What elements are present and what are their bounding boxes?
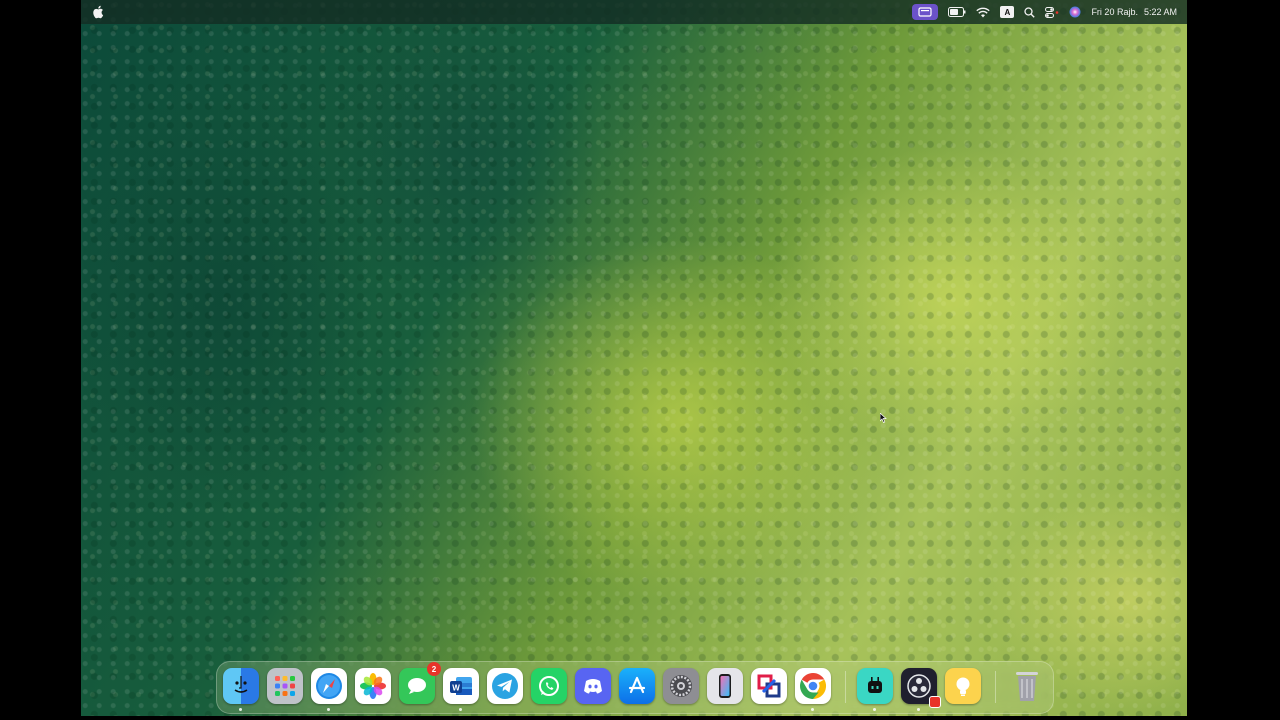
obs-running-indicator: [917, 708, 920, 711]
microsoft-word-icon[interactable]: W: [443, 668, 479, 704]
launchpad-icon[interactable]: [267, 668, 303, 704]
safari-running-indicator: [327, 708, 330, 711]
word-running-indicator: [459, 708, 462, 711]
trash-icon[interactable]: [1009, 668, 1045, 704]
date-time-clock[interactable]: Fri 20 Rajb. 5:22 AM: [1091, 4, 1177, 20]
finder-icon[interactable]: [223, 668, 259, 704]
system-settings-icon[interactable]: [663, 668, 699, 704]
dock: 2 W: [216, 661, 1054, 714]
menu-time: 5:22 AM: [1143, 7, 1177, 17]
photos-icon[interactable]: [355, 668, 391, 704]
chrome-icon[interactable]: [795, 668, 831, 704]
safari-icon[interactable]: [311, 668, 347, 704]
dock-separator: [995, 671, 996, 703]
iphone-mirroring-icon[interactable]: [707, 668, 743, 704]
battery-icon[interactable]: [948, 4, 966, 20]
spotlight-search-icon[interactable]: [1024, 4, 1036, 20]
recording-icon: [929, 696, 941, 708]
app-store-icon[interactable]: [619, 668, 655, 704]
stage-manager-icon[interactable]: [912, 4, 939, 20]
siri-icon[interactable]: [1069, 4, 1081, 20]
control-center-icon[interactable]: [1045, 4, 1059, 20]
finder-running-indicator: [239, 708, 242, 711]
facetime-app-running-indicator: [873, 708, 876, 711]
obs-icon[interactable]: [901, 668, 941, 708]
svg-text:W: W: [452, 684, 460, 693]
chrome-running-indicator: [811, 708, 814, 711]
wifi-icon[interactable]: [976, 4, 991, 20]
apple-icon[interactable]: [92, 5, 104, 19]
tips-icon[interactable]: [945, 668, 981, 704]
discord-icon[interactable]: [575, 668, 611, 704]
mouse-cursor-icon: [879, 410, 888, 423]
telegram-icon[interactable]: [487, 668, 523, 704]
desktop-wallpaper: [81, 0, 1187, 716]
facetime-app-icon[interactable]: [857, 668, 893, 704]
messages-badge: 2: [427, 662, 441, 676]
dock-separator: [845, 671, 846, 703]
status-tray: A Fri 20 Rajb. 5:22 AM: [912, 0, 1177, 24]
whatsapp-icon[interactable]: [531, 668, 567, 704]
parallels-icon[interactable]: [751, 668, 787, 704]
menu-date: Fri 20 Rajb.: [1091, 7, 1138, 17]
menu-bar: A Fri 20 Rajb. 5:22 AM: [81, 0, 1187, 24]
keyboard-input-icon[interactable]: A: [1000, 6, 1015, 18]
messages-icon[interactable]: 2: [399, 662, 441, 704]
